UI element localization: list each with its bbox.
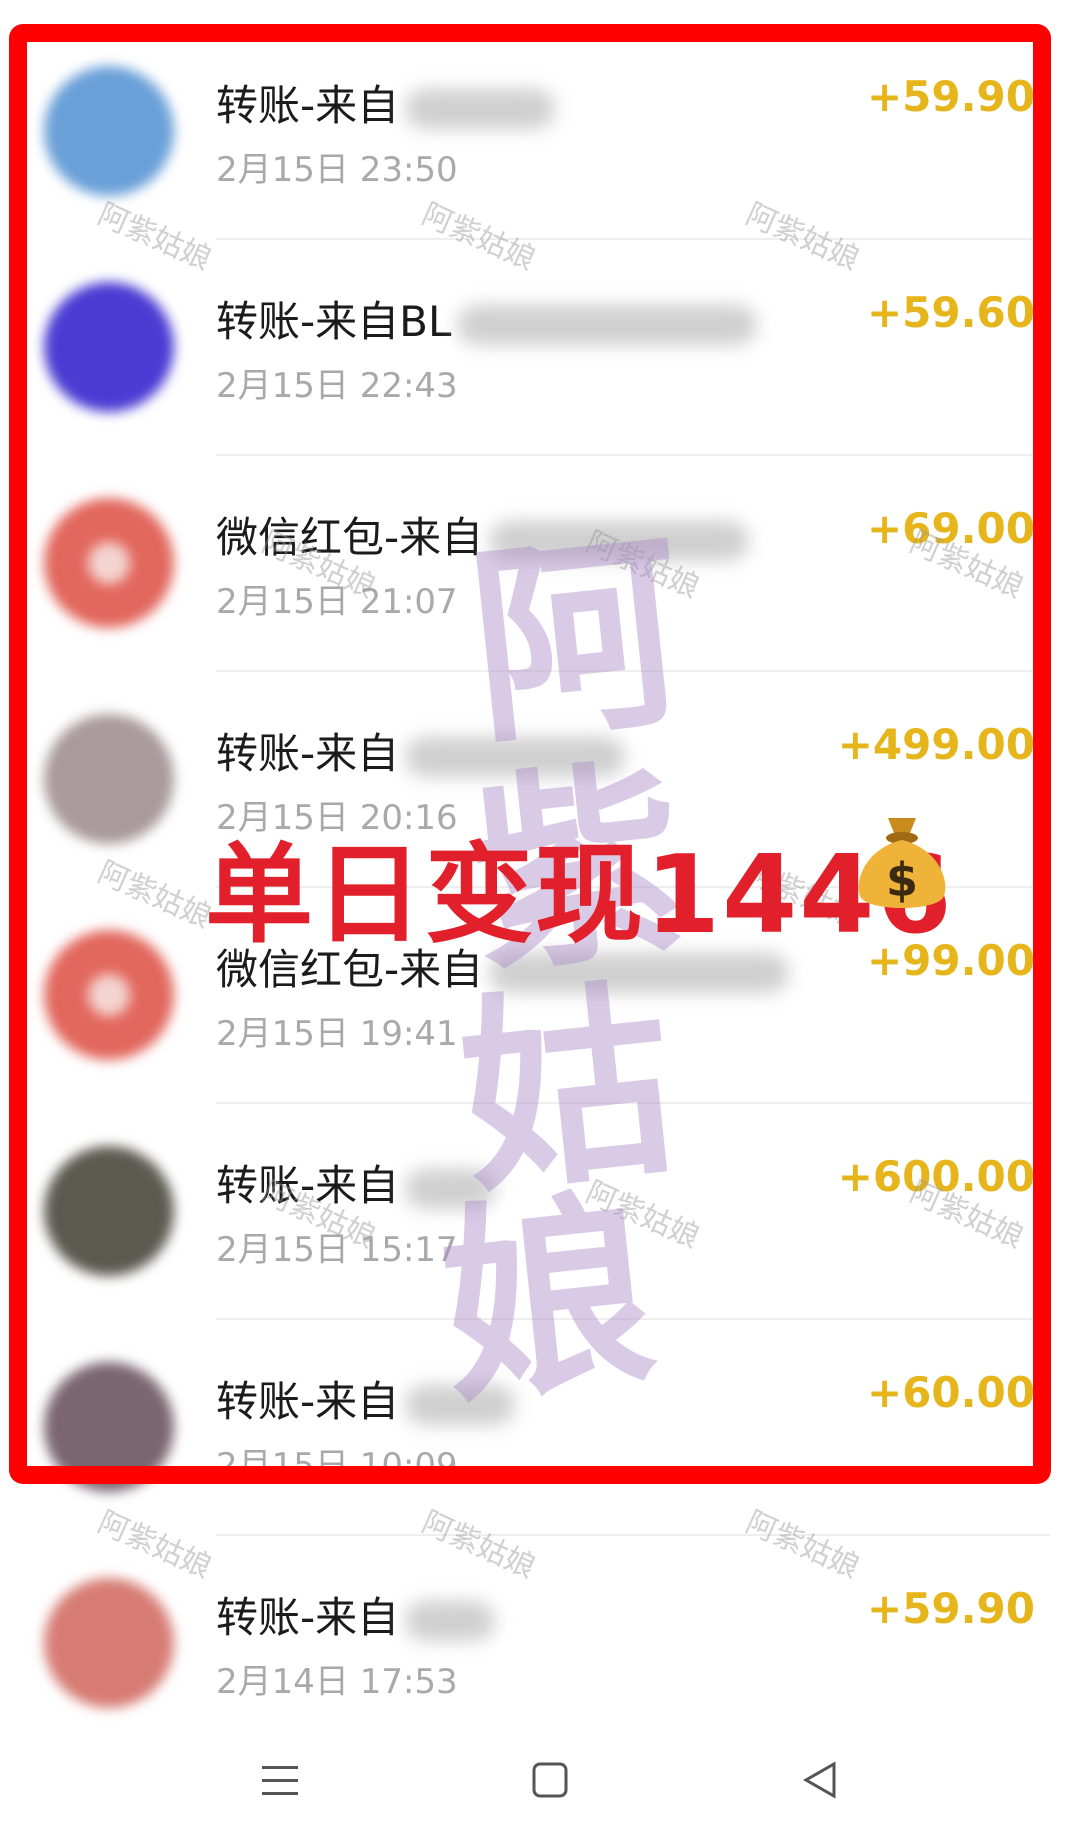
transaction-title: 转账-来自 — [216, 81, 400, 130]
transaction-row[interactable]: 转账-来自 2月15日 23:50 +59.90 — [0, 24, 1080, 240]
back-triangle-icon[interactable] — [790, 1750, 850, 1810]
sender-avatar — [44, 1578, 174, 1708]
transaction-time: 2月15日 22:43 — [216, 366, 458, 406]
transaction-time: 2月15日 23:50 — [216, 150, 458, 190]
transaction-title: 转账-来自 — [216, 1377, 400, 1426]
money-bag-icon: $ — [858, 818, 946, 908]
menu-icon[interactable] — [250, 1750, 310, 1810]
svg-text:$: $ — [886, 853, 918, 907]
transaction-amount: +60.00 — [866, 1368, 1035, 1417]
transaction-row[interactable]: 微信红包-来自 2月15日 21:07 +69.00 — [0, 456, 1080, 672]
home-square-icon[interactable] — [520, 1750, 580, 1810]
sender-avatar — [44, 66, 174, 196]
transaction-title: 转账-来自BL — [216, 297, 452, 346]
headline: 单日变现1446 — [205, 833, 954, 958]
transaction-title: 微信红包-来自 — [216, 513, 484, 562]
system-navbar — [0, 1720, 1080, 1844]
transaction-time: 2月14日 17:53 — [216, 1662, 458, 1702]
transaction-time: 2月15日 19:41 — [216, 1014, 458, 1054]
transaction-amount: +69.00 — [866, 504, 1035, 553]
transaction-amount: +499.00 — [837, 720, 1035, 769]
transaction-amount: +59.60 — [866, 288, 1035, 337]
sender-avatar — [44, 714, 174, 844]
transaction-row[interactable]: 转账-来自BL 2月15日 22:43 +59.60 — [0, 240, 1080, 456]
transaction-row[interactable]: 转账-来自 2月15日 15:17 +600.00 — [0, 1104, 1080, 1320]
transaction-amount: +59.90 — [866, 72, 1035, 121]
sender-avatar — [44, 498, 174, 628]
transaction-time: 2月15日 10:09 — [216, 1446, 458, 1486]
transaction-title: 转账-来自 — [216, 1161, 400, 1210]
transaction-amount: +600.00 — [837, 1152, 1035, 1201]
sender-avatar — [44, 282, 174, 412]
transaction-title: 转账-来自 — [216, 1593, 400, 1642]
sender-avatar — [44, 1146, 174, 1276]
sender-avatar — [44, 930, 174, 1060]
transaction-title: 转账-来自 — [216, 729, 400, 778]
sender-avatar — [44, 1362, 174, 1492]
transaction-amount: +59.90 — [866, 1584, 1035, 1633]
transaction-time: 2月15日 21:07 — [216, 582, 458, 622]
transaction-time: 2月15日 15:17 — [216, 1230, 458, 1270]
transaction-row[interactable]: 转账-来自 2月15日 10:09 +60.00 — [0, 1320, 1080, 1536]
